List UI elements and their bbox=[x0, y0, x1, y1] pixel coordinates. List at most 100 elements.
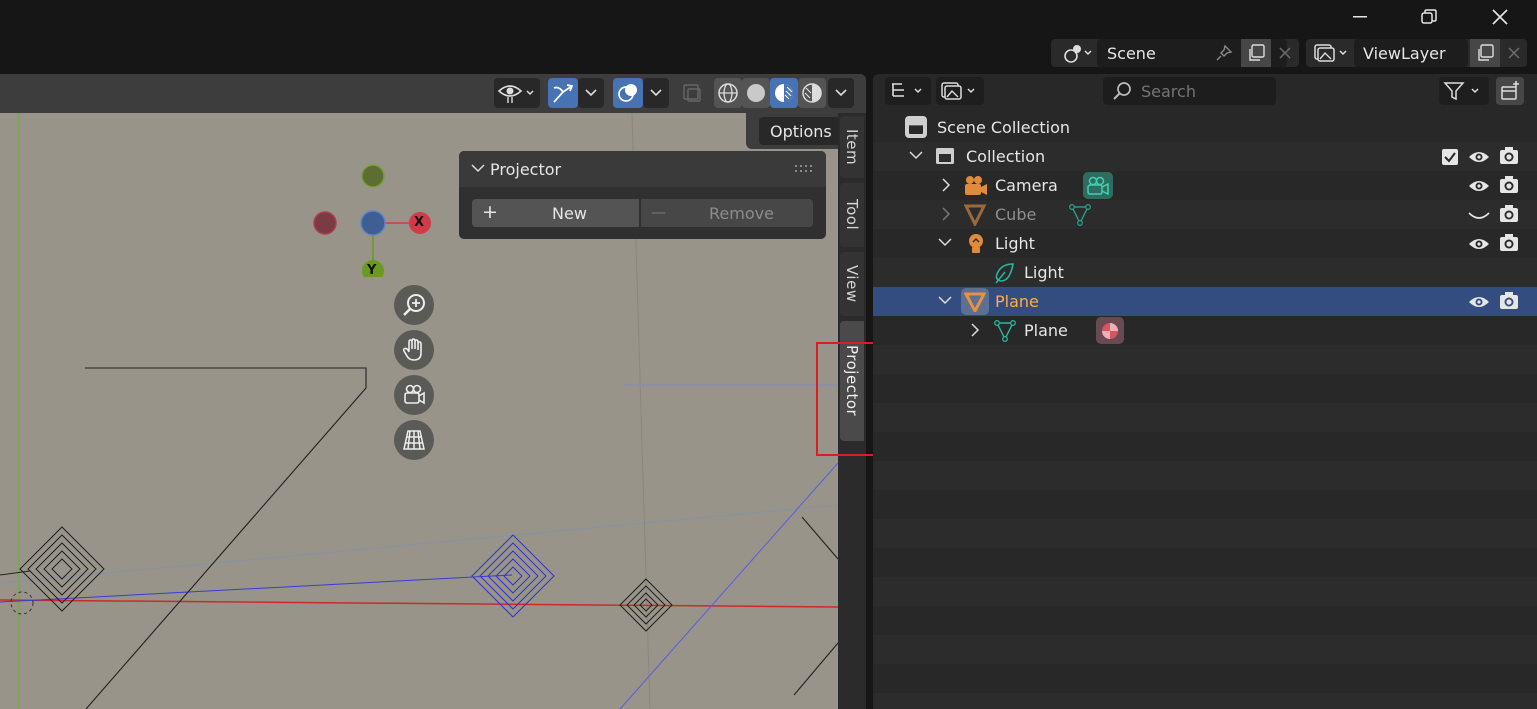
material-icon bbox=[1102, 323, 1118, 339]
filter-dropdown[interactable] bbox=[1439, 77, 1489, 105]
checkbox-icon[interactable] bbox=[1442, 149, 1458, 165]
render-camera-icon[interactable] bbox=[1499, 205, 1519, 223]
eye-closed-icon[interactable] bbox=[1468, 211, 1490, 221]
tree-row-plane-data[interactable]: Plane bbox=[873, 316, 1537, 345]
tree-row-cube[interactable]: Cube bbox=[873, 200, 1537, 229]
pan-button[interactable] bbox=[394, 330, 434, 370]
camera-view-button[interactable] bbox=[394, 375, 434, 415]
plane-object-icon-badge bbox=[961, 288, 989, 315]
shading-rendered-button[interactable] bbox=[798, 78, 826, 108]
pin-scene-button[interactable] bbox=[1211, 41, 1237, 65]
expand-plane-toggle[interactable] bbox=[937, 293, 953, 309]
collection-label: Collection bbox=[966, 147, 1046, 166]
overlays-icon bbox=[618, 84, 637, 102]
expand-cube-toggle[interactable] bbox=[938, 206, 954, 222]
xray-toggle[interactable] bbox=[678, 78, 706, 108]
drag-handle-icon[interactable] bbox=[795, 165, 813, 173]
scene-collection-label: Scene Collection bbox=[937, 118, 1071, 137]
rendered-shading-icon bbox=[802, 83, 822, 103]
eye-icon[interactable] bbox=[1468, 149, 1490, 165]
render-layers-icon bbox=[941, 82, 975, 100]
gizmo-dropdown[interactable] bbox=[578, 78, 604, 108]
close-window-button[interactable] bbox=[1465, 0, 1535, 34]
duplicate-icon bbox=[1478, 44, 1494, 61]
eye-icon[interactable] bbox=[1468, 294, 1490, 310]
shading-dropdown[interactable] bbox=[828, 78, 854, 108]
tree-row-collection[interactable]: Collection bbox=[873, 142, 1537, 171]
gizmo-arrows-icon bbox=[553, 84, 574, 103]
minimize-button[interactable] bbox=[1325, 0, 1395, 34]
delete-view-layer-button[interactable] bbox=[1502, 41, 1526, 65]
eye-icon[interactable] bbox=[1468, 236, 1490, 252]
tree-row-light-data[interactable]: Light bbox=[873, 258, 1537, 287]
render-camera-icon[interactable] bbox=[1499, 176, 1519, 194]
outliner-header bbox=[873, 74, 1537, 110]
view-layer-selector[interactable]: ViewLayer bbox=[1306, 39, 1527, 67]
search-icon bbox=[1113, 82, 1131, 100]
overlays-dropdown[interactable] bbox=[643, 78, 669, 108]
delete-scene-button[interactable] bbox=[1273, 41, 1297, 65]
expand-light-toggle[interactable] bbox=[937, 235, 953, 251]
empty-row bbox=[873, 432, 1537, 461]
tab-view[interactable]: View bbox=[840, 252, 864, 316]
perspective-toggle-button[interactable] bbox=[394, 420, 434, 460]
material-badge[interactable] bbox=[1096, 317, 1124, 344]
eye-icon[interactable] bbox=[1468, 178, 1490, 194]
view-layer-type-button[interactable] bbox=[1310, 41, 1352, 65]
overlays-toggle[interactable] bbox=[613, 78, 643, 108]
viewport-header bbox=[0, 74, 866, 112]
3d-viewport[interactable]: X Y Options Projector + New — Remove Ite… bbox=[0, 74, 866, 709]
chevron-down-icon bbox=[585, 89, 597, 97]
display-mode-dropdown[interactable] bbox=[885, 77, 931, 105]
gizmo-y-label: Y bbox=[367, 263, 377, 278]
tab-item[interactable]: Item bbox=[840, 116, 864, 178]
expand-collection-toggle[interactable] bbox=[908, 148, 924, 164]
plus-icon: + bbox=[482, 201, 498, 223]
tab-tool[interactable]: Tool bbox=[840, 183, 864, 247]
gizmo-toggle[interactable] bbox=[548, 78, 578, 108]
viewport-canvas[interactable]: X Y Options Projector + New — Remove bbox=[0, 113, 838, 709]
projector-panel-header[interactable]: Projector bbox=[459, 151, 826, 187]
zoom-button[interactable] bbox=[394, 285, 434, 325]
hand-icon bbox=[402, 338, 422, 361]
empty-row bbox=[873, 577, 1537, 606]
outliner-search[interactable] bbox=[1103, 77, 1276, 105]
scene-type-button[interactable] bbox=[1057, 41, 1095, 65]
new-collection-button[interactable] bbox=[1496, 77, 1524, 105]
options-button[interactable]: Options bbox=[759, 117, 838, 145]
expand-plane-data-toggle[interactable] bbox=[967, 322, 983, 338]
render-camera-icon[interactable] bbox=[1499, 234, 1519, 252]
search-input[interactable] bbox=[1139, 80, 1273, 102]
scene-collection-row[interactable]: Scene Collection bbox=[873, 113, 1537, 142]
projector-remove-button[interactable]: — Remove bbox=[641, 199, 813, 227]
mesh-data-icon bbox=[1069, 204, 1091, 226]
cube-label: Cube bbox=[995, 205, 1037, 224]
tree-row-light[interactable]: Light bbox=[873, 229, 1537, 258]
light-data-label: Light bbox=[1024, 263, 1064, 282]
expand-camera-toggle[interactable] bbox=[938, 177, 954, 193]
wireframe-shading-icon bbox=[718, 83, 738, 103]
maximize-button[interactable] bbox=[1394, 0, 1464, 34]
render-camera-icon[interactable] bbox=[1499, 147, 1519, 165]
tab-view-label: View bbox=[843, 265, 861, 303]
camera-data-icon bbox=[1087, 176, 1109, 196]
view-layer-dropdown[interactable] bbox=[936, 77, 984, 105]
tree-row-camera[interactable]: Camera bbox=[873, 171, 1537, 200]
new-view-layer-button[interactable] bbox=[1470, 39, 1500, 67]
outliner: Scene Collection Collection Camera Cube … bbox=[873, 74, 1537, 709]
chevron-down-icon bbox=[909, 151, 923, 160]
camera-data-badge[interactable] bbox=[1083, 172, 1113, 199]
scene-selector[interactable]: Scene bbox=[1051, 39, 1299, 67]
visibility-dropdown[interactable] bbox=[494, 78, 540, 108]
navigation-gizmo[interactable] bbox=[308, 157, 448, 277]
new-scene-button[interactable] bbox=[1241, 39, 1271, 67]
shading-wireframe-button[interactable] bbox=[714, 78, 742, 108]
shading-material-button[interactable] bbox=[770, 78, 798, 108]
empty-row bbox=[873, 403, 1537, 432]
outliner-icon bbox=[892, 83, 922, 97]
tree-row-plane[interactable]: Plane bbox=[873, 287, 1537, 316]
mesh-icon bbox=[964, 204, 987, 226]
shading-solid-button[interactable] bbox=[742, 78, 770, 108]
projector-new-button[interactable]: + New bbox=[472, 199, 639, 227]
render-camera-icon[interactable] bbox=[1499, 292, 1519, 310]
